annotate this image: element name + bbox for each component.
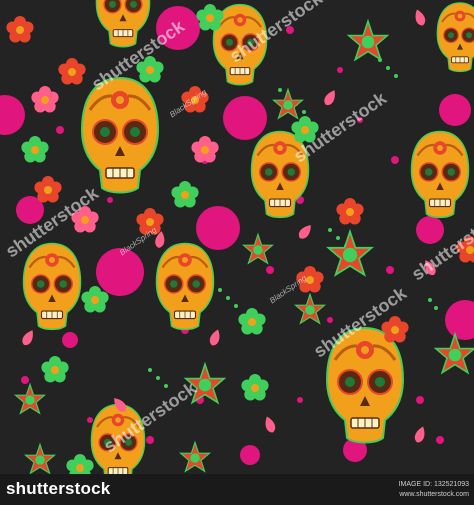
- footer-image-id: IMAGE ID: 132521093: [398, 481, 469, 488]
- footer-brand-logo: shutterstock: [6, 479, 111, 498]
- stock-image: shutterstock shutterstock shutterstock s…: [0, 0, 474, 505]
- footer-site-url: www.shutterstock.com: [399, 491, 469, 498]
- sugar-skull-pattern: [0, 0, 474, 474]
- stock-footer: shutterstock IMAGE ID: 132521093 www.shu…: [0, 474, 474, 505]
